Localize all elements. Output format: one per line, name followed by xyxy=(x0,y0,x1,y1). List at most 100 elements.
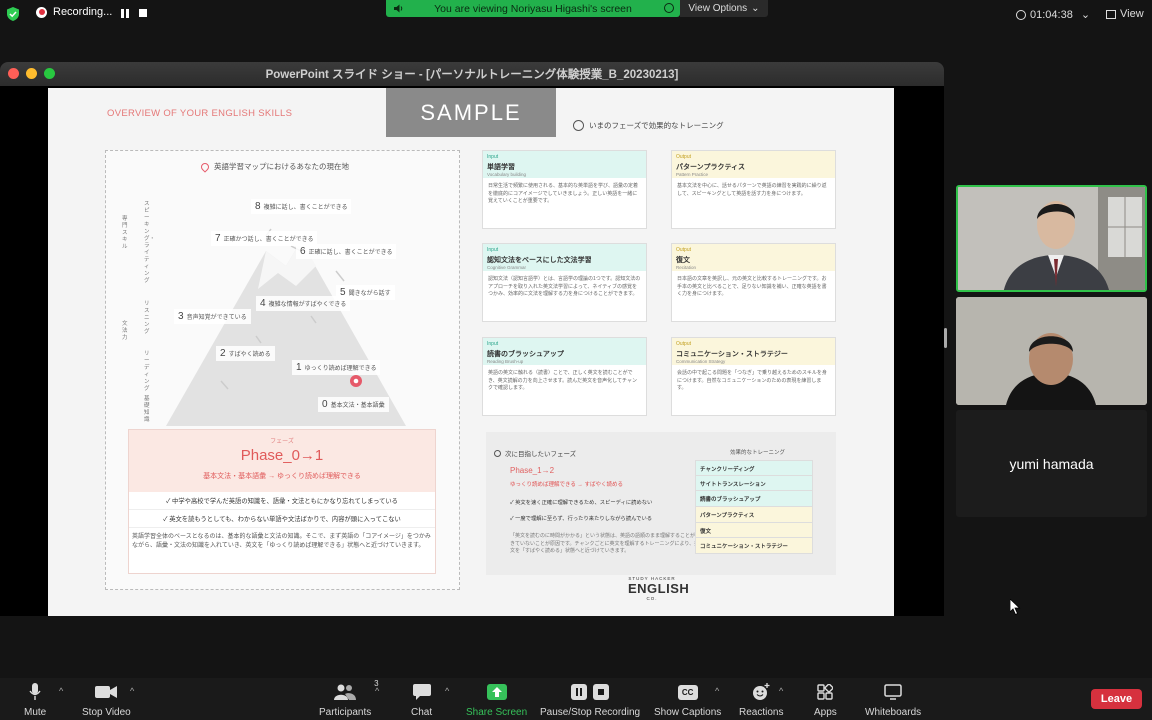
leave-button[interactable]: Leave xyxy=(1091,689,1142,709)
reactions-button[interactable]: Reactions xyxy=(739,682,783,718)
chevron-up-icon[interactable]: ^ xyxy=(445,686,449,696)
card-name: コミュニケーション・ストラテジー xyxy=(676,351,788,358)
sample-watermark: SAMPLE xyxy=(386,88,556,137)
chevron-up-icon[interactable]: ^ xyxy=(59,686,63,696)
card-english-name: Cognitive Grammar xyxy=(487,265,527,270)
step-number: 4 xyxy=(260,298,266,309)
participants-icon xyxy=(334,684,357,700)
timer-value: 01:04:38 xyxy=(1030,8,1073,21)
mute-label: Mute xyxy=(24,707,47,718)
chat-bubble-icon xyxy=(412,684,431,700)
stop-recording-icon[interactable] xyxy=(139,9,147,17)
card-tag: Input xyxy=(487,154,499,160)
training-list-item: チャンクリーディング xyxy=(695,460,813,476)
chevron-up-icon[interactable]: ^ xyxy=(779,686,783,696)
show-captions-button[interactable]: CC Show Captions xyxy=(654,682,721,718)
mute-button[interactable]: Mute xyxy=(24,682,46,718)
chevron-down-icon: ⌄ xyxy=(751,3,760,14)
training-card: Input 読書のブラッシュアップ Reading Brush-up 英語の英文に触… xyxy=(482,337,647,416)
stop-viewing-icon[interactable] xyxy=(664,3,674,13)
minimize-window-icon[interactable] xyxy=(26,68,37,79)
card-body: 日常生活で頻繁に使用される、基本的な英単語を学び、語彙の定着を徹底的にコアイメー… xyxy=(488,183,639,204)
card-name: 認知文法をベースにした文法学習 xyxy=(487,257,592,264)
meeting-timer[interactable]: 01:04:38 ⌄ xyxy=(1016,8,1090,21)
map-title-text: 英語学習マップにおけるあなたの現在地 xyxy=(214,162,349,171)
view-options-button[interactable]: View Options ⌄ xyxy=(680,0,768,17)
step-text: 基本文法・基本語彙 xyxy=(330,403,385,409)
chevron-up-icon[interactable]: ^ xyxy=(375,686,379,696)
window-title: PowerPoint スライド ショー - [パーソナルトレーニング体験授業_B… xyxy=(265,69,679,81)
phase-training-note: いまのフェーズで効果的なトレーニング xyxy=(573,120,724,131)
step-text: 複雑に話し、書くことができる xyxy=(263,205,348,211)
viewing-screen-banner: You are viewing Noriyasu Higashi's scree… xyxy=(386,0,680,17)
step-number: 1 xyxy=(296,362,302,373)
window-controls xyxy=(8,68,55,79)
logo-main-text: ENGLISH xyxy=(628,581,690,596)
phase-name: Phase_0→1 xyxy=(240,447,324,464)
chat-button[interactable]: Chat xyxy=(411,682,432,718)
next-phase-panel: 次に目指したいフェーズ Phase_1→2 ゆっくり読めば理解できる → すばや… xyxy=(486,432,836,575)
shield-check-icon[interactable] xyxy=(7,7,19,21)
training-card: Input 単語学習 Vocabulary building 日常生活で頻繁に使用さ… xyxy=(482,150,647,229)
participants-button[interactable]: 3 Participants xyxy=(319,679,379,718)
step-text: 聞きながら話す xyxy=(348,291,391,297)
pause-stop-recording-button[interactable]: Pause/Stop Recording xyxy=(540,682,640,718)
card-tag: Output xyxy=(676,154,692,160)
chevron-down-icon: ⌄ xyxy=(1080,9,1091,21)
card-english-name: Communication Strategy xyxy=(676,359,726,364)
microphone-icon xyxy=(29,683,41,700)
card-name: 読書のブラッシュアップ xyxy=(487,351,564,358)
participant-video[interactable] xyxy=(956,297,1147,405)
meeting-top-bar: Recording... You are viewing Noriyasu Hi… xyxy=(0,0,1152,28)
training-card: Input 認知文法をベースにした文法学習 Cognitive Grammar 認知… xyxy=(482,243,647,322)
card-tag: Input xyxy=(487,247,499,253)
view-label: View xyxy=(1120,8,1144,20)
vertical-label: スピーキング・ライティング xyxy=(144,201,156,284)
vertical-label: 専門スキル xyxy=(122,216,128,250)
next-phase-goal: ゆっくり読めば理解できる → すばやく読める xyxy=(510,482,623,488)
viewing-banner-text: You are viewing Noriyasu Higashi's scree… xyxy=(434,2,632,15)
map-step-3: 3 音声知覚ができている xyxy=(174,309,251,324)
participant-tile-no-video[interactable]: yumi hamada xyxy=(956,410,1147,517)
maximize-window-icon[interactable] xyxy=(44,68,55,79)
next-phase-note: 「英文を読むのに時間がかかる」という状態は、英語の語順のまま理解することができて… xyxy=(510,533,701,554)
share-screen-button[interactable]: Share Screen xyxy=(466,682,527,718)
view-button[interactable]: View xyxy=(1106,8,1144,20)
grid-view-icon xyxy=(1106,9,1116,19)
panel-resize-handle[interactable] xyxy=(944,328,947,348)
chevron-up-icon[interactable]: ^ xyxy=(130,686,134,696)
video-camera-icon xyxy=(95,686,118,698)
recording-indicator[interactable]: Recording... xyxy=(36,6,112,18)
window-title-bar: PowerPoint スライド ショー - [パーソナルトレーニング体験授業_B… xyxy=(0,62,944,86)
pause-recording-icon[interactable] xyxy=(121,9,129,18)
close-window-icon[interactable] xyxy=(8,68,19,79)
card-body: 基本文法を中心に、話せるパターンで英語の練習を実践的に繰り返して、スピーキングと… xyxy=(677,183,827,197)
whiteboards-label: Whiteboards xyxy=(865,707,922,718)
whiteboards-button[interactable]: Whiteboards xyxy=(865,682,921,718)
stop-video-button[interactable]: Stop Video xyxy=(82,682,131,718)
mouse-cursor-icon xyxy=(1010,599,1021,615)
chat-label: Chat xyxy=(411,707,433,718)
training-list-item: サイトトランスレーション xyxy=(695,475,813,492)
card-body: 会話の中で起こる問題を「つなぎ」で乗り越えるためのスキルを身につけます。自然なコ… xyxy=(677,370,827,391)
training-list-item: 復文 xyxy=(695,522,813,539)
speaker-icon xyxy=(394,4,403,13)
training-card: Output コミュニケーション・ストラテジー Communication Stra… xyxy=(671,337,836,416)
location-pin-icon xyxy=(199,160,211,173)
map-step-4: 4 複雑な情報がすばやくできる xyxy=(256,296,351,311)
apps-button[interactable]: Apps xyxy=(814,682,837,718)
next-phase-title: 次に目指したいフェーズ xyxy=(494,448,576,458)
map-step-8: 8 複雑に話し、書くことができる xyxy=(251,199,352,214)
step-text: 正確かつ話し、書くことができる xyxy=(223,237,314,243)
card-tag: Output xyxy=(676,341,692,347)
card-body: 英語の英文に触れる（読書）ことで、正しく英文を読むことができ、英文読解の力を向上… xyxy=(488,370,637,391)
recording-label: Recording... xyxy=(53,6,113,18)
step-number: 6 xyxy=(300,246,306,257)
card-name: 単語学習 xyxy=(487,164,515,171)
training-card: Output 復文 Recitation 日本語の文章を英訳し、元の英文と比較するト… xyxy=(671,243,836,322)
chevron-up-icon[interactable]: ^ xyxy=(715,686,719,696)
participant-video-active-speaker[interactable] xyxy=(956,185,1147,292)
step-text: 複雑な情報がすばやくできる xyxy=(268,302,347,308)
step-text: 正確に話し、書くことができる xyxy=(308,250,393,256)
show-captions-label: Show Captions xyxy=(654,707,722,718)
